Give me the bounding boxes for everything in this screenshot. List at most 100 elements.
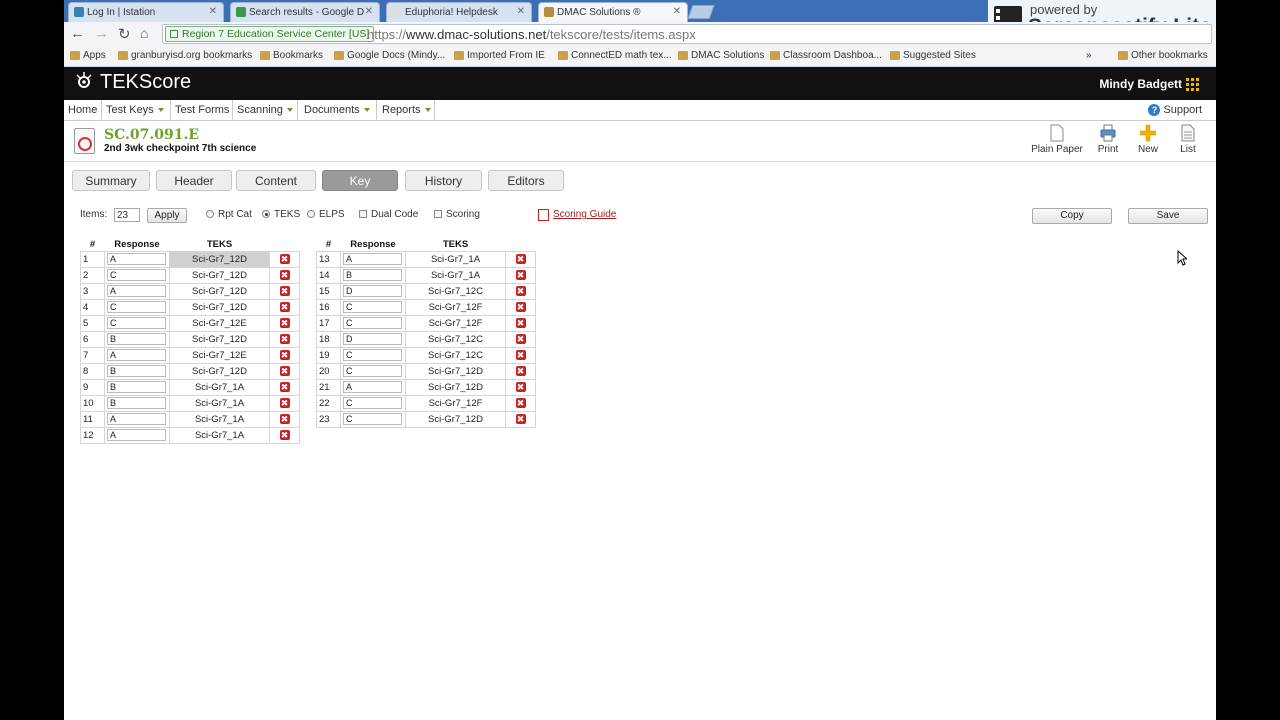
response-input[interactable]: B: [107, 365, 166, 377]
response-input[interactable]: D: [343, 285, 402, 297]
teks-cell[interactable]: Sci-Gr7_12D: [169, 250, 270, 268]
delete-icon[interactable]: ✖: [515, 269, 526, 280]
response-input[interactable]: A: [107, 349, 166, 361]
browser-tab[interactable]: Log In | Istation ✕: [68, 2, 224, 22]
teks-cell[interactable]: Sci-Gr7_12F: [405, 314, 506, 332]
url-text[interactable]: https://www.dmac-solutions.net/tekscore/…: [367, 27, 696, 42]
delete-icon[interactable]: ✖: [515, 253, 526, 264]
response-input[interactable]: C: [107, 301, 166, 313]
bookmark-item[interactable]: ConnectED math tex...: [558, 50, 672, 61]
menu-item[interactable]: Home: [64, 100, 102, 121]
teks-cell[interactable]: Sci-Gr7_12D: [405, 362, 506, 380]
bookmark-item[interactable]: Imported From IE: [454, 50, 545, 61]
teks-cell[interactable]: Sci-Gr7_12F: [405, 298, 506, 316]
response-input[interactable]: A: [343, 253, 402, 265]
menu-item[interactable]: Test Forms: [171, 100, 233, 121]
response-input[interactable]: C: [107, 269, 166, 281]
address-bar[interactable]: Region 7 Education Service Center [US] h…: [162, 24, 1212, 44]
bookmark-item[interactable]: Apps: [70, 50, 106, 61]
teks-cell[interactable]: Sci-Gr7_12E: [169, 346, 270, 364]
user-name[interactable]: Mindy Badgett: [1099, 77, 1182, 91]
response-input[interactable]: B: [107, 333, 166, 345]
tab-close-icon[interactable]: ✕: [209, 6, 217, 17]
other-bookmarks[interactable]: Other bookmarks: [1118, 50, 1208, 61]
bookmarks-overflow[interactable]: »: [1086, 50, 1092, 61]
tab-history[interactable]: History: [405, 170, 482, 191]
response-input[interactable]: A: [107, 285, 166, 297]
teks-cell[interactable]: Sci-Gr7_12C: [405, 346, 506, 364]
menu-item[interactable]: Test Keys: [102, 100, 171, 121]
delete-icon[interactable]: ✖: [279, 381, 290, 392]
delete-icon[interactable]: ✖: [515, 317, 526, 328]
app-logo[interactable]: TEKScore: [74, 71, 191, 94]
home-icon[interactable]: ⌂: [140, 25, 148, 41]
response-input[interactable]: C: [107, 317, 166, 329]
menu-item[interactable]: Reports: [378, 100, 435, 121]
items-count-input[interactable]: 23: [114, 208, 140, 222]
tab-content[interactable]: Content: [236, 170, 316, 191]
delete-icon[interactable]: ✖: [515, 397, 526, 408]
delete-icon[interactable]: ✖: [279, 365, 290, 376]
bookmark-item[interactable]: DMAC Solutions: [678, 50, 764, 61]
delete-icon[interactable]: ✖: [279, 429, 290, 440]
bookmark-item[interactable]: Google Docs (Mindy...: [334, 50, 445, 61]
copy-button[interactable]: Copy: [1032, 208, 1112, 224]
bookmark-item[interactable]: Classroom Dashboa...: [770, 50, 882, 61]
delete-icon[interactable]: ✖: [279, 285, 290, 296]
new-tab-button[interactable]: [687, 5, 715, 19]
teks-cell[interactable]: Sci-Gr7_1A: [405, 266, 506, 284]
browser-tab[interactable]: Eduphoria! Helpdesk ✕: [386, 2, 532, 22]
back-arrow-icon[interactable]: ←: [70, 25, 85, 42]
response-input[interactable]: C: [343, 317, 402, 329]
response-input[interactable]: A: [107, 429, 166, 441]
response-input[interactable]: B: [107, 381, 166, 393]
response-input[interactable]: B: [107, 397, 166, 409]
response-input[interactable]: D: [343, 333, 402, 345]
teks-cell[interactable]: Sci-Gr7_12E: [169, 314, 270, 332]
tab-close-icon[interactable]: ✕: [673, 6, 681, 17]
response-input[interactable]: B: [343, 269, 402, 281]
delete-icon[interactable]: ✖: [279, 269, 290, 280]
tab-close-icon[interactable]: ✕: [517, 6, 525, 17]
teks-cell[interactable]: Sci-Gr7_1A: [169, 410, 270, 428]
teks-cell[interactable]: Sci-Gr7_1A: [169, 426, 270, 444]
teks-cell[interactable]: Sci-Gr7_12D: [405, 378, 506, 396]
teks-cell[interactable]: Sci-Gr7_1A: [405, 250, 506, 268]
bookmark-item[interactable]: granburyisd.org bookmarks: [118, 50, 252, 61]
save-button[interactable]: Save: [1128, 208, 1208, 224]
rpt-cat-radio[interactable]: Rpt Cat: [206, 209, 252, 220]
delete-icon[interactable]: ✖: [279, 301, 290, 312]
delete-icon[interactable]: ✖: [515, 365, 526, 376]
teks-cell[interactable]: Sci-Gr7_12D: [169, 330, 270, 348]
elps-radio[interactable]: ELPS: [307, 209, 345, 220]
delete-icon[interactable]: ✖: [279, 397, 290, 408]
teks-radio[interactable]: TEKS: [262, 209, 300, 220]
delete-icon[interactable]: ✖: [279, 333, 290, 344]
delete-icon[interactable]: ✖: [515, 381, 526, 392]
site-identity-badge[interactable]: Region 7 Education Service Center [US]: [165, 26, 375, 42]
response-input[interactable]: C: [343, 365, 402, 377]
apply-button[interactable]: Apply: [147, 208, 187, 223]
delete-icon[interactable]: ✖: [515, 349, 526, 360]
delete-icon[interactable]: ✖: [279, 349, 290, 360]
teks-cell[interactable]: Sci-Gr7_12D: [405, 410, 506, 428]
dual-code-checkbox[interactable]: Dual Code: [359, 209, 418, 220]
delete-icon[interactable]: ✖: [279, 413, 290, 424]
delete-icon[interactable]: ✖: [515, 413, 526, 424]
response-input[interactable]: A: [107, 413, 166, 425]
teks-cell[interactable]: Sci-Gr7_12D: [169, 298, 270, 316]
teks-cell[interactable]: Sci-Gr7_1A: [169, 378, 270, 396]
delete-icon[interactable]: ✖: [515, 301, 526, 312]
delete-icon[interactable]: ✖: [279, 317, 290, 328]
teks-cell[interactable]: Sci-Gr7_12D: [169, 266, 270, 284]
response-input[interactable]: C: [343, 413, 402, 425]
response-input[interactable]: C: [343, 397, 402, 409]
list-button[interactable]: List: [1161, 124, 1215, 155]
response-input[interactable]: A: [107, 253, 166, 265]
tab-close-icon[interactable]: ✕: [365, 6, 373, 17]
menu-item[interactable]: Documents: [300, 100, 377, 121]
apps-grid-icon[interactable]: [1186, 78, 1200, 92]
reload-icon[interactable]: ↻: [118, 25, 131, 43]
delete-icon[interactable]: ✖: [279, 253, 290, 264]
delete-icon[interactable]: ✖: [515, 333, 526, 344]
